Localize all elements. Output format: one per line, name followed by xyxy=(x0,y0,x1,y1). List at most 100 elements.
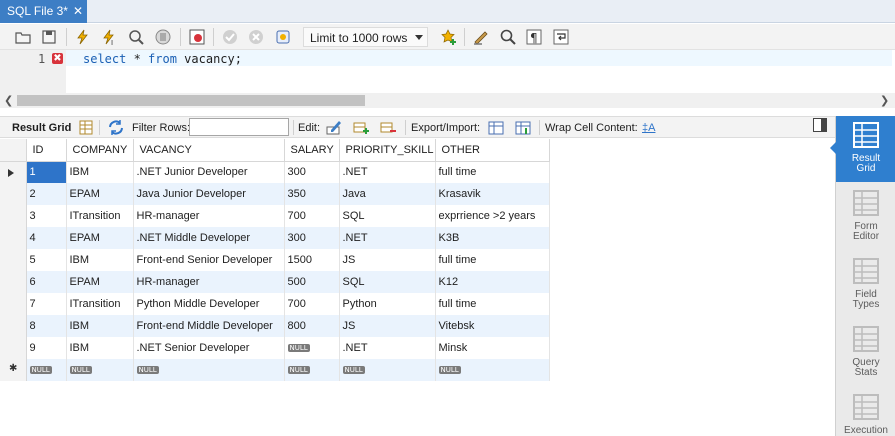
cell-vacancy[interactable]: Python Middle Developer xyxy=(133,293,285,315)
column-header-salary[interactable]: SALARY xyxy=(284,139,340,162)
side-tab-form-editor[interactable]: Form Editor xyxy=(836,184,895,250)
cell-company[interactable]: ITransition xyxy=(66,293,134,315)
cell-other[interactable]: Vitebsk xyxy=(435,315,550,337)
cell-other[interactable]: full time xyxy=(435,249,550,271)
cell-other[interactable]: exprrience >2 years xyxy=(435,205,550,227)
side-tab-query-stats[interactable]: Query Stats xyxy=(836,320,895,386)
row-header[interactable] xyxy=(0,227,27,249)
code-line[interactable]: select * from vacancy; xyxy=(83,52,242,66)
cell-id[interactable]: 2 xyxy=(26,183,67,205)
cell-vacancy[interactable]: Front-end Senior Developer xyxy=(133,249,285,271)
error-icon[interactable]: ✖ xyxy=(52,53,63,64)
rollback-icon[interactable] xyxy=(247,28,265,46)
column-header-id[interactable]: ID xyxy=(26,139,67,162)
delete-row-icon[interactable] xyxy=(379,119,397,136)
table-row[interactable]: 8 IBM Front-end Middle Developer 800 JS Viteb… xyxy=(0,315,550,337)
column-header-priority-skill[interactable]: PRIORITY_SKILL xyxy=(339,139,436,162)
cell-priority-skill[interactable]: .NET xyxy=(339,161,436,183)
side-tab-field-types[interactable]: Field Types xyxy=(836,252,895,318)
cell-id[interactable]: 4 xyxy=(26,227,67,249)
side-tab-execution-plan[interactable]: Execution xyxy=(836,388,895,436)
find-icon[interactable] xyxy=(499,28,517,46)
explain-icon[interactable] xyxy=(127,28,145,46)
result-grid[interactable]: ID COMPANY VACANCY SALARY PRIORITY_SKILL… xyxy=(0,139,550,381)
cell-salary[interactable]: 500 xyxy=(284,271,340,293)
cell-salary[interactable]: 700 xyxy=(284,293,340,315)
row-header[interactable] xyxy=(0,293,27,315)
row-header[interactable] xyxy=(0,315,27,337)
cell-priority-skill[interactable]: SQL xyxy=(339,205,436,227)
export-icon[interactable] xyxy=(487,119,505,136)
table-row[interactable]: 4 EPAM .NET Middle Developer 300 .NET K3B xyxy=(0,227,550,249)
cell-priority-skill[interactable]: Python xyxy=(339,293,436,315)
table-row[interactable]: 1 IBM .NET Junior Developer 300 .NET full tim… xyxy=(0,161,550,183)
cell-other[interactable]: K3B xyxy=(435,227,550,249)
cell-id[interactable]: 6 xyxy=(26,271,67,293)
cell-vacancy[interactable]: Front-end Middle Developer xyxy=(133,315,285,337)
cell-priority-skill[interactable]: .NET xyxy=(339,227,436,249)
cell-id[interactable]: 9 xyxy=(26,337,67,359)
cell-vacancy[interactable]: .NET Junior Developer xyxy=(133,161,285,183)
cell-other[interactable]: Krasavik xyxy=(435,183,550,205)
cell-priority-skill[interactable]: JS xyxy=(339,249,436,271)
cell-other[interactable]: Minsk xyxy=(435,337,550,359)
cell-salary[interactable]: 350 xyxy=(284,183,340,205)
scroll-right-icon[interactable]: ❯ xyxy=(880,94,889,107)
cell-company[interactable]: EPAM xyxy=(66,183,134,205)
cell-company[interactable]: ITransition xyxy=(66,205,134,227)
invisible-chars-icon[interactable]: ¶ xyxy=(525,28,543,46)
cell-salary[interactable]: NULL xyxy=(284,337,340,359)
side-tab-result-grid[interactable]: Result Grid xyxy=(830,116,895,182)
cell-vacancy[interactable]: NULL xyxy=(133,359,285,381)
filter-rows-input[interactable] xyxy=(189,118,289,136)
row-header[interactable] xyxy=(0,205,27,227)
table-row[interactable]: 5 IBM Front-end Senior Developer 1500 JS full… xyxy=(0,249,550,271)
cell-salary[interactable]: 1500 xyxy=(284,249,340,271)
row-header[interactable] xyxy=(0,337,27,359)
tab-sql-file[interactable]: SQL File 3* ✕ xyxy=(0,0,87,23)
column-header-company[interactable]: COMPANY xyxy=(66,139,134,162)
cell-id[interactable]: 5 xyxy=(26,249,67,271)
horizontal-scrollbar[interactable]: ❮ ❯ xyxy=(0,93,895,108)
toggle-error-icon[interactable] xyxy=(188,28,206,46)
cell-priority-skill[interactable]: NULL xyxy=(339,359,436,381)
row-header[interactable] xyxy=(0,161,27,183)
column-header-other[interactable]: OTHER xyxy=(435,139,550,162)
cell-id[interactable]: 7 xyxy=(26,293,67,315)
cell-vacancy[interactable]: HR-manager xyxy=(133,205,285,227)
column-header-vacancy[interactable]: VACANCY xyxy=(133,139,285,162)
cell-id[interactable]: NULL xyxy=(26,359,67,381)
cell-id[interactable]: 1 xyxy=(26,161,67,183)
cell-salary[interactable]: 300 xyxy=(284,227,340,249)
cell-salary[interactable]: 800 xyxy=(284,315,340,337)
execute-current-icon[interactable]: I xyxy=(100,28,118,46)
execute-icon[interactable] xyxy=(74,28,92,46)
cell-other[interactable]: full time xyxy=(435,293,550,315)
open-folder-icon[interactable] xyxy=(14,28,32,46)
cell-company[interactable]: EPAM xyxy=(66,227,134,249)
table-row[interactable]: 9 IBM .NET Senior Developer NULL .NET Minsk xyxy=(0,337,550,359)
cell-company[interactable]: IBM xyxy=(66,161,134,183)
table-row[interactable]: 2 EPAM Java Junior Developer 350 Java Krasavi… xyxy=(0,183,550,205)
cell-salary[interactable]: 700 xyxy=(284,205,340,227)
save-icon[interactable] xyxy=(40,28,58,46)
edit-row-icon[interactable] xyxy=(325,119,343,136)
cell-vacancy[interactable]: Java Junior Developer xyxy=(133,183,285,205)
beautify-icon[interactable] xyxy=(472,28,490,46)
wrap-icon[interactable] xyxy=(552,28,570,46)
row-header[interactable] xyxy=(0,249,27,271)
insert-row-icon[interactable] xyxy=(352,119,370,136)
close-tab-icon[interactable]: ✕ xyxy=(73,4,83,18)
cell-other[interactable]: full time xyxy=(435,161,550,183)
cell-vacancy[interactable]: .NET Middle Developer xyxy=(133,227,285,249)
cell-priority-skill[interactable]: SQL xyxy=(339,271,436,293)
scroll-left-icon[interactable]: ❮ xyxy=(4,94,13,107)
scrollbar-thumb[interactable] xyxy=(17,95,365,106)
cell-other[interactable]: K12 xyxy=(435,271,550,293)
limit-rows-select[interactable]: Limit to 1000 rows xyxy=(303,27,428,47)
toggle-side-panel-icon[interactable] xyxy=(813,118,827,132)
cell-priority-skill[interactable]: .NET xyxy=(339,337,436,359)
row-header[interactable] xyxy=(0,183,27,205)
cell-priority-skill[interactable]: Java xyxy=(339,183,436,205)
cell-vacancy[interactable]: .NET Senior Developer xyxy=(133,337,285,359)
